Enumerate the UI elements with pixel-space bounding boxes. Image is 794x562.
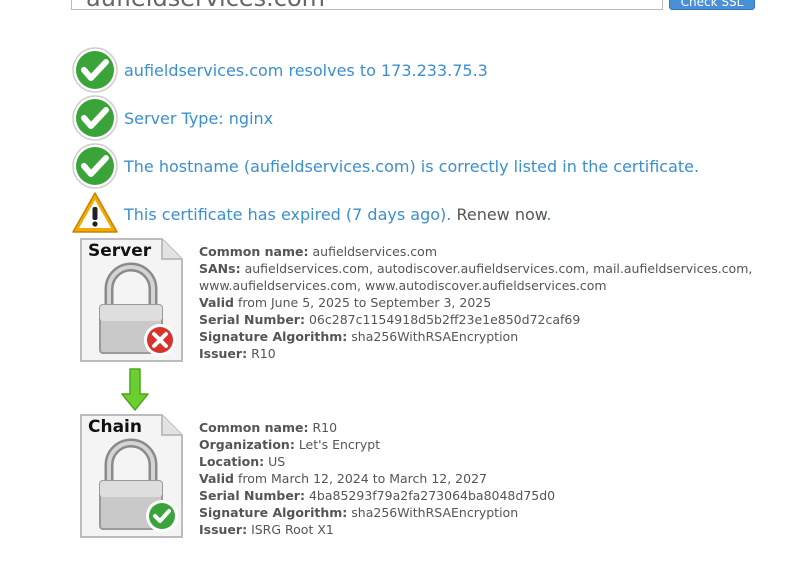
server-cert-details: Common name: aufieldservices.com SANs: a… xyxy=(199,244,753,361)
check-text: This certificate has expired (7 days ago… xyxy=(124,204,552,224)
checkmark-icon xyxy=(71,142,119,190)
cert-icon-label: Chain xyxy=(88,417,142,437)
check-row-hostname: The hostname (aufieldservices.com) is co… xyxy=(71,143,699,189)
chain-cert-ok-icon: Chain xyxy=(78,413,184,539)
check-ssl-button[interactable]: Check SSL xyxy=(669,0,755,10)
check-text: aufieldservices.com resolves to 173.233.… xyxy=(124,60,488,80)
server-cert-error-icon: Server xyxy=(78,237,184,363)
cert-icon-label: Server xyxy=(88,241,152,261)
check-row-dns: aufieldservices.com resolves to 173.233.… xyxy=(71,47,488,93)
check-text: The hostname (aufieldservices.com) is co… xyxy=(124,156,700,176)
renew-now-link[interactable]: Renew now xyxy=(456,205,546,224)
check-text: Server Type: nginx xyxy=(124,108,274,128)
domain-input[interactable]: aufieldservices.com xyxy=(71,0,663,10)
check-row-expiry: This certificate has expired (7 days ago… xyxy=(71,191,552,237)
checkmark-icon xyxy=(71,94,119,142)
check-row-server-type: Server Type: nginx xyxy=(71,95,273,141)
chain-arrow-icon xyxy=(120,368,150,412)
warning-icon xyxy=(71,190,119,238)
checkmark-icon xyxy=(71,46,119,94)
chain-cert-details: Common name: R10 Organization: Let's Enc… xyxy=(199,420,556,537)
